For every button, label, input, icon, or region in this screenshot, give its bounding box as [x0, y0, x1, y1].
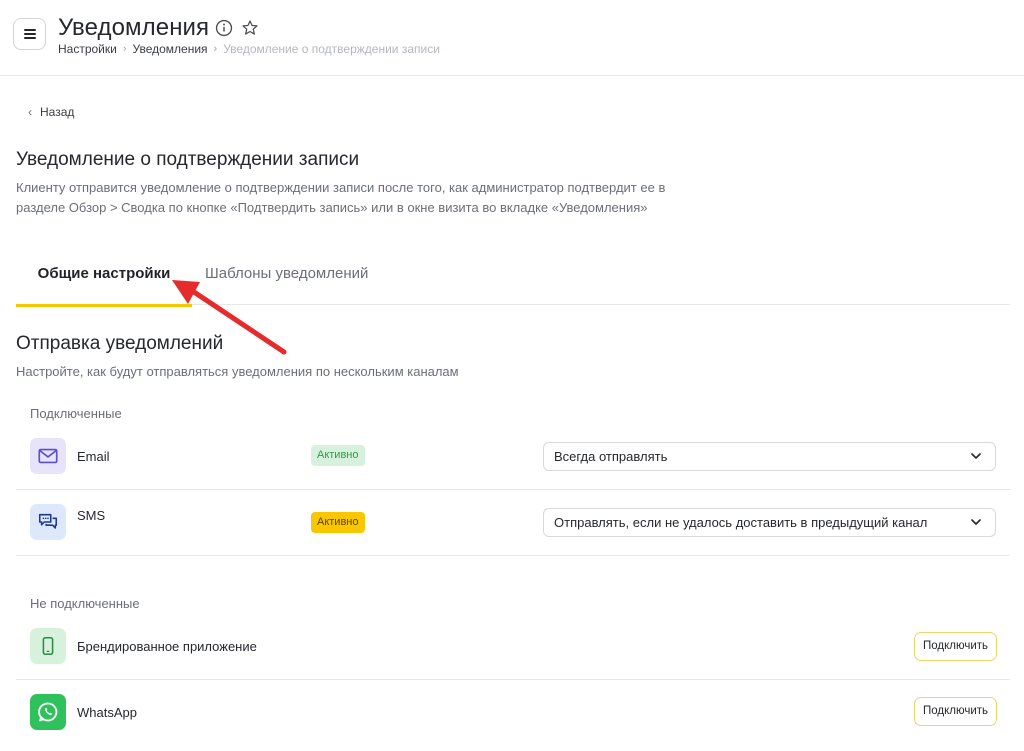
breadcrumb-settings[interactable]: Настройки [58, 42, 117, 56]
connect-button[interactable]: Подключить [914, 697, 997, 726]
channel-name: Брендированное приложение [77, 639, 257, 654]
send-mode-select[interactable]: Всегда отправлять [543, 442, 996, 471]
breadcrumb: Настройки › Уведомления › Уведомление о … [58, 42, 440, 56]
connected-label: Подключенные [30, 406, 122, 421]
chevron-left-icon: ‹ [28, 105, 32, 119]
whatsapp-icon [30, 694, 66, 730]
channel-name: WhatsApp [77, 705, 137, 720]
channel-row-branded-app: Брендированное приложение Подключить [16, 614, 1010, 680]
breadcrumb-current: Уведомление о подтверждении записи [223, 42, 440, 56]
chevron-down-icon [971, 519, 981, 525]
envelope-icon [30, 438, 66, 474]
section-description: Клиенту отправится уведомление о подтвер… [16, 180, 666, 215]
channel-row-whatsapp: WhatsApp Подключить [16, 680, 1010, 751]
title-actions [214, 18, 260, 38]
channel-name: SMS [77, 508, 106, 523]
breadcrumb-notifications[interactable]: Уведомления [133, 42, 208, 56]
channel-name: Email [77, 449, 110, 464]
page-title: Уведомления [58, 14, 210, 41]
phone-icon [30, 628, 66, 664]
tab-general-settings[interactable]: Общие настройки [16, 258, 192, 307]
section-title: Уведомление о подтверждении записи [16, 149, 360, 170]
status-badge: Активно [311, 512, 365, 533]
chevron-down-icon [971, 453, 981, 459]
not-connected-label: Не подключенные [30, 596, 140, 611]
status-badge: Активно [311, 445, 365, 466]
channel-row-sms: SMS Активно Отправлять, если не удалось … [16, 490, 1010, 556]
connect-button[interactable]: Подключить [914, 632, 997, 661]
tab-notification-templates[interactable]: Шаблоны уведомлений [205, 258, 368, 305]
send-mode-value: Отправлять, если не удалось доставить в … [554, 515, 928, 530]
page-header: Уведомления Настройки › Уведомления › Ув… [0, 0, 1024, 76]
sending-title: Отправка уведомлений [16, 333, 224, 354]
menu-button[interactable] [13, 18, 46, 50]
chat-bubbles-icon [30, 504, 66, 540]
star-icon[interactable] [240, 18, 260, 38]
tab-bar: Общие настройки Шаблоны уведомлений [16, 258, 1010, 307]
send-mode-select[interactable]: Отправлять, если не удалось доставить в … [543, 508, 996, 537]
breadcrumb-separator-icon: › [122, 43, 127, 55]
send-mode-value: Всегда отправлять [554, 449, 668, 464]
breadcrumb-separator-icon: › [213, 43, 218, 55]
back-label: Назад [40, 105, 75, 119]
hamburger-icon [23, 29, 36, 39]
channel-row-email: Email Активно Всегда отправлять [16, 425, 1010, 490]
info-icon[interactable] [214, 18, 234, 38]
back-link[interactable]: ‹ Назад [28, 105, 74, 119]
sending-description: Настройте, как будут отправляться уведом… [16, 364, 459, 379]
